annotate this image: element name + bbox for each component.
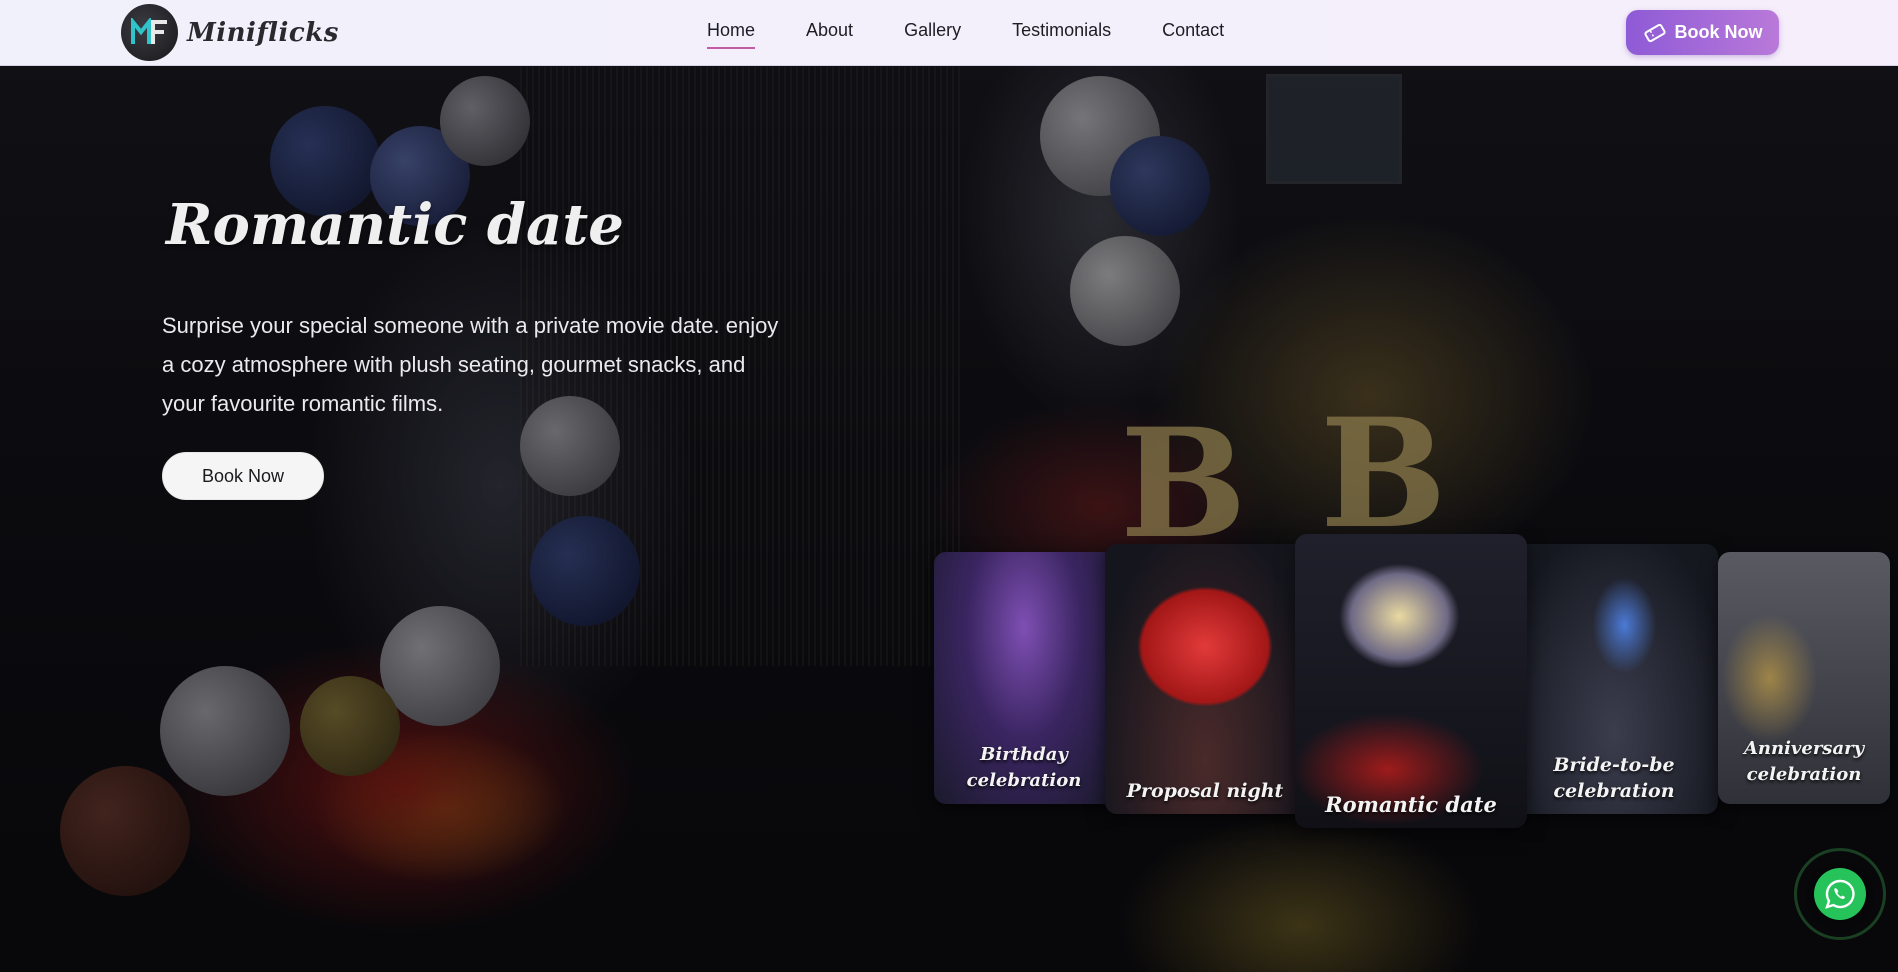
mf-logo-icon: [121, 4, 178, 61]
ticket-icon: [1643, 23, 1666, 42]
hero-description: Surprise your special someone with a pri…: [162, 313, 779, 416]
carousel-card-label: Bride-to-be celebration: [1553, 754, 1675, 802]
hero-section: B B Romantic date Surprise your special …: [0, 66, 1898, 972]
whatsapp-icon: [1825, 879, 1855, 909]
brand-name: Miniflicks: [187, 17, 339, 48]
hero-book-now-button[interactable]: Book Now: [162, 452, 324, 500]
brand-logo[interactable]: Miniflicks: [121, 4, 339, 61]
main-menu: Home About Gallery Testimonials Contact: [707, 20, 1275, 49]
carousel-card-label: Birthday celebration: [966, 744, 1082, 791]
carousel-card-proposal[interactable]: Proposal night: [1105, 544, 1305, 814]
carousel-card-anniversary[interactable]: Anniversary celebration: [1718, 552, 1890, 804]
nav-home[interactable]: Home: [707, 20, 756, 49]
carousel-card-bride-to-be[interactable]: Bride-to-be celebration: [1510, 544, 1718, 814]
nav-contact[interactable]: Contact: [1162, 20, 1224, 49]
carousel-card-label: Proposal night: [1126, 780, 1284, 802]
hero-title: Romantic date: [166, 192, 624, 258]
nav-book-now-label: Book Now: [1674, 22, 1763, 42]
nav-book-now-button[interactable]: Book Now: [1626, 10, 1779, 55]
carousel-card-birthday[interactable]: Birthday celebration: [934, 552, 1114, 804]
nav-testimonials[interactable]: Testimonials: [1012, 20, 1111, 49]
carousel-card-label: Romantic date: [1325, 792, 1497, 817]
nav-about[interactable]: About: [806, 20, 853, 49]
navbar: Miniflicks Home About Gallery Testimonia…: [0, 0, 1898, 66]
whatsapp-button[interactable]: [1814, 868, 1866, 920]
carousel-card-label: Anniversary celebration: [1743, 738, 1865, 785]
nav-gallery[interactable]: Gallery: [904, 20, 961, 49]
carousel-card-romantic[interactable]: Romantic date: [1295, 534, 1527, 828]
